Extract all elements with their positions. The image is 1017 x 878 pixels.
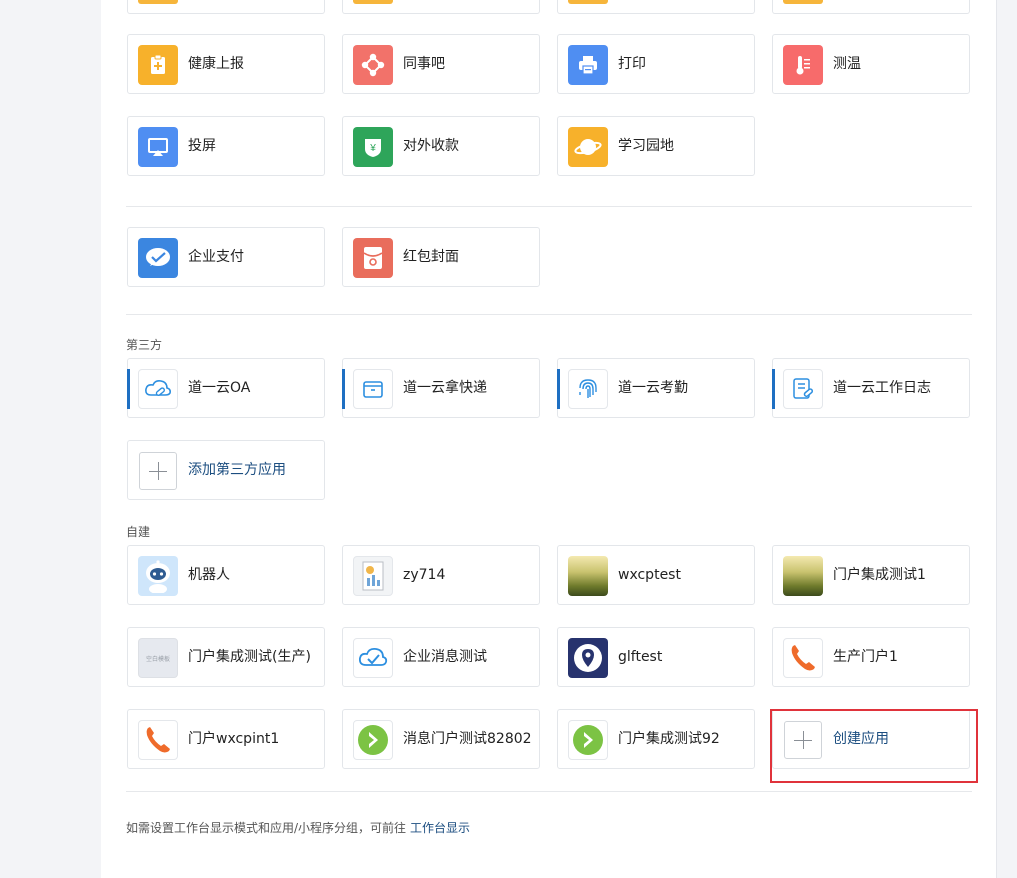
app-label: 学习园地 [618,138,674,154]
work-log-icon [783,369,823,409]
app-label: glftest [618,649,663,665]
footer-note: 如需设置工作台显示模式和应用/小程序分组，可前往 工作台显示 [126,819,470,836]
highlight-box [770,709,978,783]
printer-icon [568,45,608,85]
app-label: wxcptest [618,567,681,583]
card-accent [342,369,345,409]
location-pin-icon [568,638,608,678]
green-arrow-icon [568,720,608,760]
app-label: 红包封面 [403,249,459,265]
footer-text: 如需设置工作台显示模式和应用/小程序分组，可前往 [126,821,407,835]
app-card-portal-test-1[interactable]: 门户集成测试1 [772,545,970,605]
app-card-external-payment[interactable]: ¥ 对外收款 [342,116,540,176]
app-label: 门户集成测试92 [618,731,720,747]
enterprise-pay-icon [138,238,178,278]
app-card-print[interactable]: 打印 [557,34,755,94]
placeholder-text: 空白模板 [145,655,170,663]
add-third-party-label: 添加第三方应用 [188,462,286,478]
app-card-cloud-oa[interactable]: 道一云OA [127,358,325,418]
health-report-icon [138,45,178,85]
app-card-cloud-work-log[interactable]: 道一云工作日志 [772,358,970,418]
app-label: 同事吧 [403,56,445,72]
cloud-check-icon [353,638,393,678]
robot-icon [138,556,178,596]
panel-edge [996,0,997,878]
app-label: 门户集成测试1 [833,567,926,583]
add-icon [138,451,178,491]
app-card-production-portal-1[interactable]: 生产门户1 [772,627,970,687]
app-label: 道一云考勤 [618,380,688,396]
card-accent [557,369,560,409]
section-divider [126,314,972,315]
app-card-zy714[interactable]: zy714 [342,545,540,605]
fingerprint-icon [568,369,608,409]
app-card-cutoff[interactable] [772,0,970,14]
payment-shield-icon: ¥ [353,127,393,167]
app-label: 测温 [833,56,861,72]
app-card-cloud-express[interactable]: 道一云拿快递 [342,358,540,418]
app-label: 生产门户1 [833,649,898,665]
app-card-portal-wxcpint1[interactable]: 门户wxcpint1 [127,709,325,769]
app-label: 消息门户测试82802 [403,731,532,747]
box-icon [353,369,393,409]
app-card-portal-test-prod[interactable]: 空白模板 门户集成测试(生产) [127,627,325,687]
colleague-icon [353,45,393,85]
landscape-photo-icon [783,556,823,596]
report-chart-icon [353,556,393,596]
app-label: 投屏 [188,138,216,154]
section-divider [126,206,972,207]
app-card-cloud-attendance[interactable]: 道一云考勤 [557,358,755,418]
workbench-display-link[interactable]: 工作台显示 [410,821,470,835]
app-label: zy714 [403,567,446,583]
app-label: 道一云工作日志 [833,380,931,396]
section-title-self-built: 自建 [126,525,151,539]
app-label: 机器人 [188,567,230,583]
app-card-enterprise-pay[interactable]: 企业支付 [127,227,325,287]
app-label: 道一云OA [188,380,251,396]
cloud-oa-icon [138,369,178,409]
app-card-red-packet[interactable]: 红包封面 [342,227,540,287]
landscape-photo-icon [568,556,608,596]
thermometer-icon [783,45,823,85]
phone-icon [783,638,823,678]
app-label: 企业支付 [188,249,244,265]
red-packet-icon [353,238,393,278]
app-card-cutoff[interactable] [342,0,540,14]
phone-icon [138,720,178,760]
app-label: 门户wxcpint1 [188,731,280,747]
app-card-message-portal-test[interactable]: 消息门户测试82802 [342,709,540,769]
app-card-robot[interactable]: 机器人 [127,545,325,605]
section-title-third-party: 第三方 [126,338,163,352]
svg-text:¥: ¥ [369,143,376,154]
app-card-enterprise-message-test[interactable]: 企业消息测试 [342,627,540,687]
card-accent [127,369,130,409]
card-accent [772,369,775,409]
app-label: 道一云拿快递 [403,380,487,396]
app-label: 健康上报 [188,56,244,72]
planet-icon [568,127,608,167]
app-label: 对外收款 [403,138,459,154]
screen-cast-icon [138,127,178,167]
app-card-health-report[interactable]: 健康上报 [127,34,325,94]
green-arrow-icon [353,720,393,760]
app-card-glftest[interactable]: glftest [557,627,755,687]
app-card-thermometer[interactable]: 测温 [772,34,970,94]
placeholder-image-icon: 空白模板 [138,638,178,678]
app-card-cutoff[interactable] [127,0,325,14]
app-card-learning[interactable]: 学习园地 [557,116,755,176]
app-card-wxcptest[interactable]: wxcptest [557,545,755,605]
app-label: 打印 [618,56,646,72]
app-card-screen-cast[interactable]: 投屏 [127,116,325,176]
app-card-colleague[interactable]: 同事吧 [342,34,540,94]
app-card-cutoff[interactable] [557,0,755,14]
app-label: 企业消息测试 [403,649,487,665]
app-label: 门户集成测试(生产) [188,649,311,665]
app-card-portal-test-92[interactable]: 门户集成测试92 [557,709,755,769]
section-divider [126,791,972,792]
add-third-party-app-button[interactable]: 添加第三方应用 [127,440,325,500]
